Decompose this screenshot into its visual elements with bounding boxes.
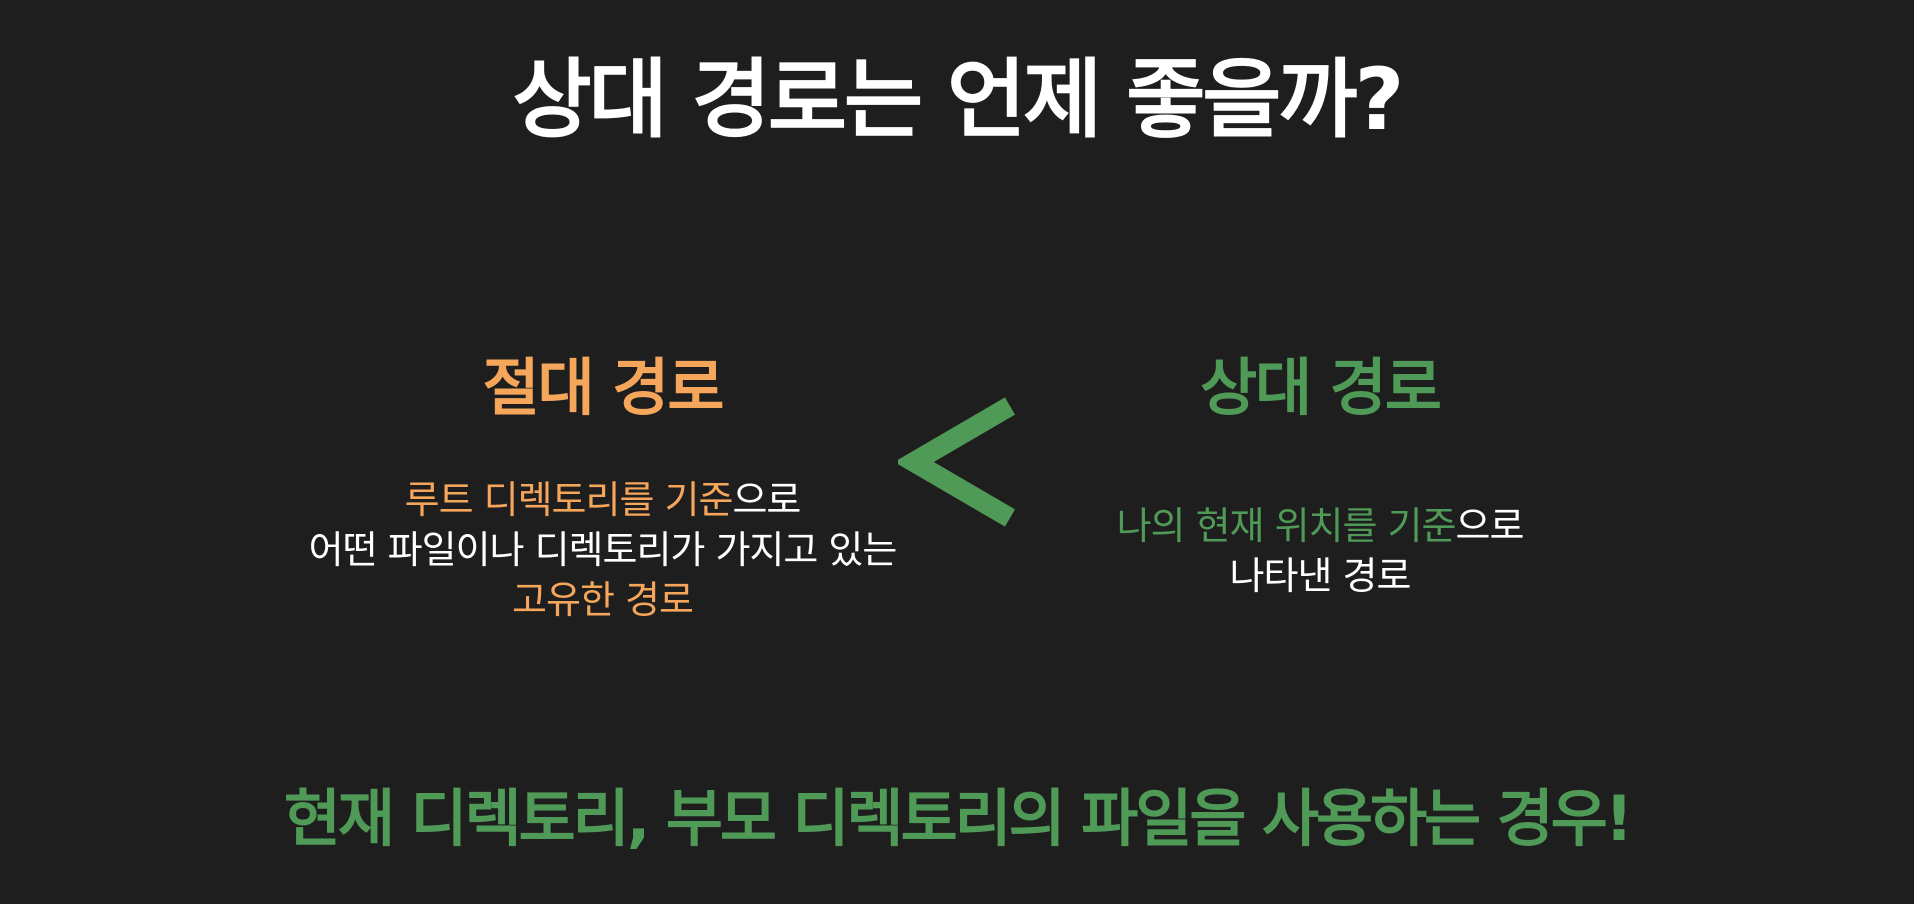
relative-desc-highlight-1: 나의 현재 위치를 기준	[1116, 504, 1457, 548]
less-than-icon	[898, 397, 1016, 527]
footer-conclusion: 현재 디렉토리, 부모 디렉토리의 파일을 사용하는 경우!	[283, 782, 1633, 855]
absolute-path-heading: 절대 경로	[482, 351, 725, 424]
absolute-desc-line-3: 고유한 경로	[512, 578, 694, 622]
relative-desc-line-1: 나의 현재 위치를 기준으로	[1060, 501, 1580, 551]
relative-path-description: 나의 현재 위치를 기준으로 나타낸 경로	[1060, 501, 1580, 601]
absolute-path-description: 루트 디렉토리를 기준으로 어떤 파일이나 디렉토리가 가지고 있는 고유한 경…	[270, 475, 935, 625]
absolute-desc-line-1: 루트 디렉토리를 기준으로	[270, 475, 935, 525]
absolute-desc-line-2: 어떤 파일이나 디렉토리가 가지고 있는	[308, 528, 898, 572]
absolute-desc-highlight-1: 루트 디렉토리를 기준	[404, 478, 734, 522]
relative-desc-rest-1: 으로	[1455, 504, 1524, 548]
relative-desc-line-2: 나타낸 경로	[1229, 554, 1412, 598]
absolute-desc-rest-1: 으로	[732, 478, 801, 522]
relative-path-heading: 상대 경로	[1200, 351, 1442, 424]
page-title: 상대 경로는 언제 좋을까?	[512, 50, 1405, 150]
